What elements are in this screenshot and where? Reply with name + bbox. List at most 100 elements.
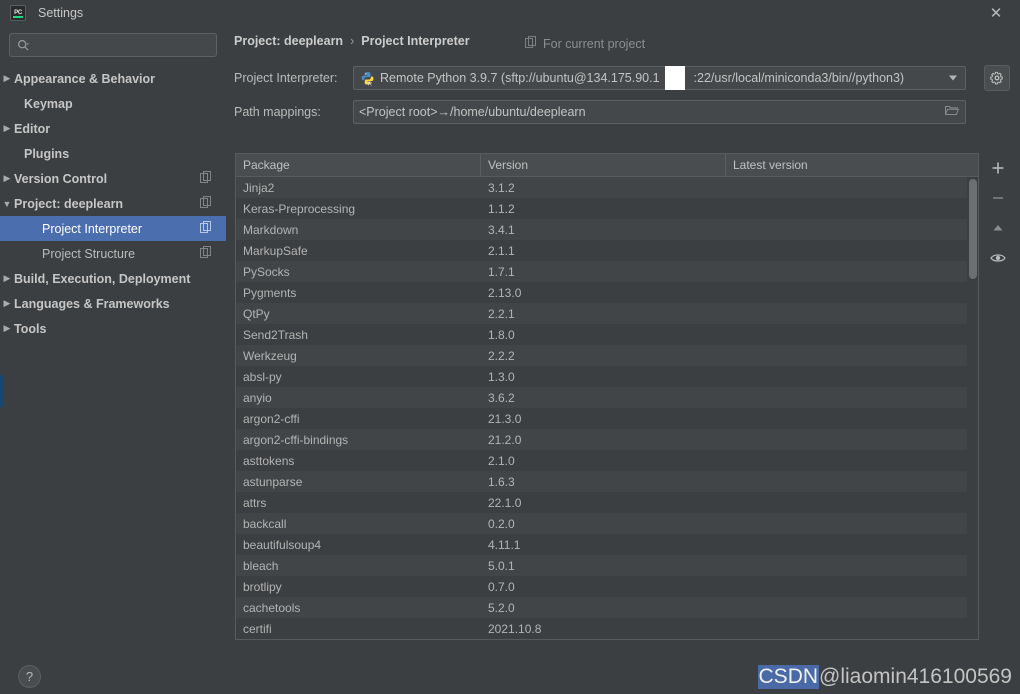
package-version: 0.7.0: [488, 579, 515, 594]
upgrade-package-button[interactable]: [984, 213, 1012, 243]
table-header-row: Package Version Latest version: [236, 154, 978, 177]
sidebar-item-project-structure[interactable]: Project Structure: [0, 241, 226, 266]
table-row[interactable]: Send2Trash 1.8.0: [236, 324, 978, 345]
sidebar-item-project-deeplearn[interactable]: ▼ Project: deeplearn: [0, 191, 226, 216]
package-name: Jinja2: [243, 180, 275, 195]
table-row[interactable]: Markdown 3.4.1: [236, 219, 978, 240]
table-row[interactable]: anyio 3.6.2: [236, 387, 978, 408]
sidebar-item-appearance-behavior[interactable]: ▶ Appearance & Behavior: [0, 66, 226, 91]
breadcrumb-parent[interactable]: Project: deeplearn: [234, 34, 343, 48]
table-row[interactable]: QtPy 2.2.1: [236, 303, 978, 324]
package-name: MarkupSafe: [243, 243, 308, 258]
interpreter-row: Project Interpreter: R Remote Python 3.9…: [234, 65, 1010, 91]
package-name: argon2-cffi: [243, 411, 300, 426]
interpreter-settings-button[interactable]: [984, 65, 1010, 91]
package-name: anyio: [243, 390, 272, 405]
remove-package-button[interactable]: [984, 183, 1012, 213]
interpreter-value-before: Remote Python 3.9.7 (sftp://ubuntu@134.1…: [380, 71, 660, 85]
chevron-right-icon[interactable]: ▶: [0, 273, 14, 284]
chevron-right-icon[interactable]: ▶: [0, 123, 14, 134]
package-name: astunparse: [243, 474, 303, 489]
interpreter-label: Project Interpreter:: [234, 71, 338, 85]
package-version: 1.3.0: [488, 369, 515, 384]
search-field[interactable]: [9, 33, 217, 57]
package-version: 2.2.2: [488, 348, 515, 363]
sidebar-item-version-control[interactable]: ▶ Version Control: [0, 166, 226, 191]
table-row[interactable]: brotlipy 0.7.0: [236, 576, 978, 597]
package-version: 5.2.0: [488, 600, 515, 615]
package-version: 4.11.1: [488, 537, 521, 552]
chevron-right-icon[interactable]: ▶: [0, 298, 14, 309]
search-input[interactable]: [30, 38, 216, 52]
table-row[interactable]: backcall 0.2.0: [236, 513, 978, 534]
table-row[interactable]: argon2-cffi-bindings 21.2.0: [236, 429, 978, 450]
for-current-project-label: For current project: [543, 36, 646, 51]
package-name: Werkzeug: [243, 348, 297, 363]
watermark: CSDN @liaomin416100569: [757, 660, 1012, 694]
sidebar-item-build-execution-deployment[interactable]: ▶ Build, Execution, Deployment: [0, 266, 226, 291]
table-header-version[interactable]: Version: [481, 154, 726, 176]
chevron-right-icon[interactable]: ▶: [0, 323, 14, 334]
table-row[interactable]: PySocks 1.7.1: [236, 261, 978, 282]
table-row[interactable]: astunparse 1.6.3: [236, 471, 978, 492]
table-header-latest-version[interactable]: Latest version: [726, 154, 978, 176]
table-row[interactable]: cachetools 5.2.0: [236, 597, 978, 618]
interpreter-value-after: :22/usr/local/miniconda3/bin//python3): [693, 71, 905, 85]
breadcrumb-current: Project Interpreter: [361, 34, 470, 48]
table-row[interactable]: Keras-Preprocessing 1.1.2: [236, 198, 978, 219]
sidebar-item-languages-frameworks[interactable]: ▶ Languages & Frameworks: [0, 291, 226, 316]
table-row[interactable]: MarkupSafe 2.1.1: [236, 240, 978, 261]
package-version: 2.1.0: [488, 453, 515, 468]
table-row[interactable]: argon2-cffi 21.3.0: [236, 408, 978, 429]
table-row[interactable]: beautifulsoup4 4.11.1: [236, 534, 978, 555]
window-title: Settings: [38, 6, 84, 20]
redaction-block: [665, 66, 685, 90]
package-version: 22.1.0: [488, 495, 522, 510]
sidebar-item-project-interpreter[interactable]: Project Interpreter: [0, 216, 226, 241]
path-mappings-row: Path mappings: <Project root>→/home/ubun…: [234, 100, 966, 124]
python-remote-icon: R: [360, 71, 375, 86]
package-name: brotlipy: [243, 579, 282, 594]
sidebar-item-label: Project: deeplearn: [14, 196, 124, 211]
search-icon: [17, 39, 30, 52]
sidebar-item-label: Tools: [14, 321, 47, 336]
table-row[interactable]: asttokens 2.1.0: [236, 450, 978, 471]
scrollbar-thumb[interactable]: [969, 179, 977, 279]
table-row[interactable]: certifi 2021.10.8: [236, 618, 978, 639]
table-row[interactable]: absl-py 1.3.0: [236, 366, 978, 387]
package-name: QtPy: [243, 306, 270, 321]
table-header-package[interactable]: Package: [236, 154, 481, 176]
table-row[interactable]: Jinja2 3.1.2: [236, 177, 978, 198]
chevron-right-icon[interactable]: ▶: [0, 73, 14, 84]
help-button[interactable]: ?: [18, 665, 41, 688]
table-row[interactable]: Werkzeug 2.2.2: [236, 345, 978, 366]
folder-icon[interactable]: [944, 103, 960, 121]
show-early-releases-button[interactable]: [984, 243, 1012, 273]
sidebar-item-plugins[interactable]: Plugins: [0, 141, 226, 166]
path-mappings-field[interactable]: <Project root>→/home/ubuntu/deeplearn: [353, 100, 966, 124]
add-package-button[interactable]: [984, 153, 1012, 183]
package-version: 2.1.1: [488, 243, 515, 258]
sidebar-item-label: Build, Execution, Deployment: [14, 271, 191, 286]
table-row[interactable]: bleach 5.0.1: [236, 555, 978, 576]
chevron-down-icon[interactable]: [949, 75, 957, 81]
chevron-down-icon[interactable]: ▼: [0, 199, 14, 209]
package-version: 3.6.2: [488, 390, 515, 405]
table-scrollbar[interactable]: [967, 177, 978, 639]
sidebar-item-editor[interactable]: ▶ Editor: [0, 116, 226, 141]
interpreter-combobox[interactable]: R Remote Python 3.9.7 (sftp://ubuntu@134…: [353, 66, 966, 90]
settings-sidebar: ▶ Appearance & Behavior Keymap ▶ Editor Plugi…: [0, 26, 226, 660]
sidebar-item-keymap[interactable]: Keymap: [0, 91, 226, 116]
close-icon[interactable]: ✕: [986, 3, 1006, 23]
package-name: Keras-Preprocessing: [243, 201, 356, 216]
table-row[interactable]: attrs 22.1.0: [236, 492, 978, 513]
sidebar-item-tools[interactable]: ▶ Tools: [0, 316, 226, 341]
package-version: 21.3.0: [488, 411, 522, 426]
table-row[interactable]: Pygments 2.13.0: [236, 282, 978, 303]
for-current-project[interactable]: For current project: [525, 36, 645, 51]
package-name: Pygments: [243, 285, 297, 300]
chevron-right-icon[interactable]: ▶: [0, 173, 14, 184]
package-version: 3.4.1: [488, 222, 515, 237]
sidebar-item-label: Project Interpreter: [42, 221, 143, 236]
watermark-brand: CSDN: [757, 665, 820, 689]
